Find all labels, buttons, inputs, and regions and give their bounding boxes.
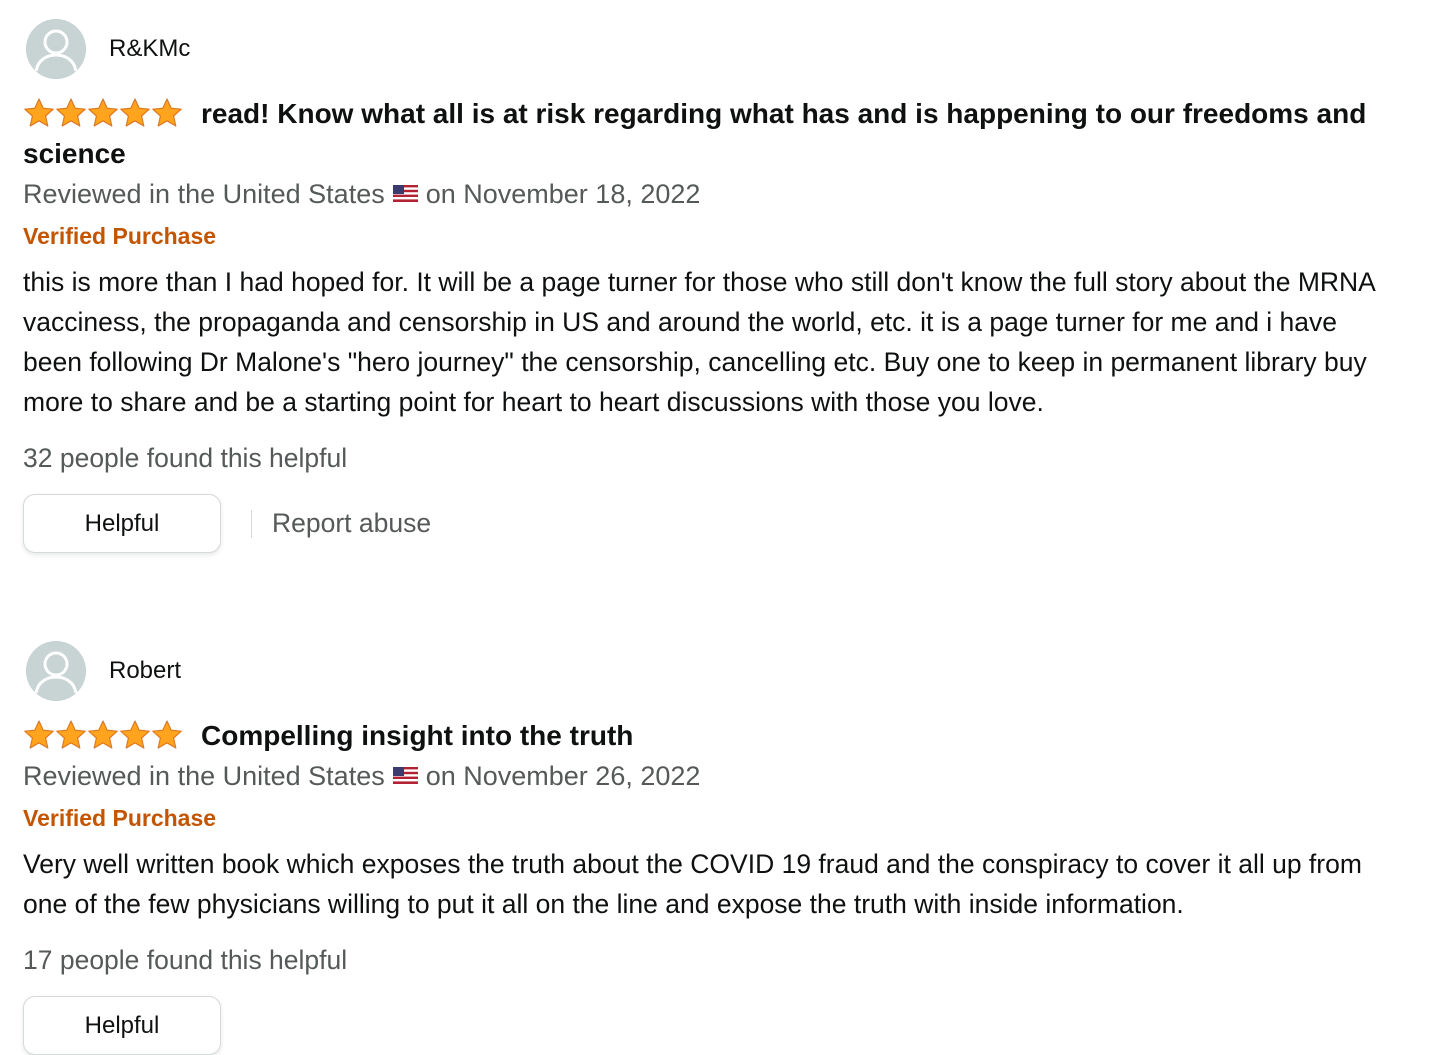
us-flag-icon bbox=[392, 767, 418, 784]
review-title-row: Compelling insight into the truth bbox=[23, 716, 1403, 756]
reviewer-name[interactable]: R&KMc bbox=[109, 35, 190, 63]
star-filled-icon bbox=[152, 720, 182, 749]
star-rating[interactable] bbox=[23, 97, 183, 129]
review-body: this is more than I had hoped for. It wi… bbox=[23, 267, 1375, 417]
helpful-count: 17 people found this helpful bbox=[23, 945, 348, 975]
helpful-button[interactable]: Helpful bbox=[23, 494, 221, 553]
star-filled-icon bbox=[24, 98, 54, 127]
review-title[interactable]: Compelling insight into the truth bbox=[201, 720, 633, 751]
star-filled-icon bbox=[56, 720, 86, 749]
verified-purchase-badge: Verified Purchase bbox=[23, 223, 217, 249]
review-card: Robert Compelling insight into the truth… bbox=[23, 640, 1403, 1055]
us-flag-icon bbox=[392, 185, 418, 202]
review-actions: Helpful Report abuse bbox=[23, 494, 1403, 553]
star-filled-icon bbox=[24, 720, 54, 749]
review-body: Very well written book which exposes the… bbox=[23, 849, 1362, 919]
review-location: Reviewed in the United States bbox=[23, 761, 385, 791]
review-date: Reviewed in the United States on Novembe… bbox=[23, 756, 1403, 796]
reviewer-profile[interactable]: Robert bbox=[23, 640, 1403, 702]
review-date-text: on November 18, 2022 bbox=[425, 179, 701, 209]
verified-purchase-badge: Verified Purchase bbox=[23, 805, 217, 831]
star-rating[interactable] bbox=[23, 719, 183, 751]
action-divider bbox=[251, 509, 252, 538]
review-title-row: read! Know what all is at risk regarding… bbox=[23, 94, 1403, 174]
reviewer-name[interactable]: Robert bbox=[109, 657, 181, 685]
star-filled-icon bbox=[56, 98, 86, 127]
review-title[interactable]: read! Know what all is at risk regarding… bbox=[23, 98, 1366, 169]
review-date: Reviewed in the United States on Novembe… bbox=[23, 174, 1403, 214]
star-filled-icon bbox=[88, 98, 118, 127]
star-filled-icon bbox=[120, 98, 150, 127]
helpful-button[interactable]: Helpful bbox=[23, 996, 221, 1055]
star-filled-icon bbox=[88, 720, 118, 749]
reviewer-profile[interactable]: R&KMc bbox=[23, 18, 1403, 80]
helpful-count: 32 people found this helpful bbox=[23, 443, 348, 473]
report-abuse-link[interactable]: Report abuse bbox=[272, 508, 431, 539]
review-card: R&KMc read! Know what all is at risk reg… bbox=[23, 18, 1403, 553]
user-avatar-icon[interactable] bbox=[26, 641, 86, 701]
review-location: Reviewed in the United States bbox=[23, 179, 385, 209]
star-filled-icon bbox=[120, 720, 150, 749]
review-date-text: on November 26, 2022 bbox=[425, 761, 701, 791]
star-filled-icon bbox=[152, 98, 182, 127]
user-avatar-icon[interactable] bbox=[26, 19, 86, 79]
review-actions: Helpful bbox=[23, 996, 1403, 1055]
